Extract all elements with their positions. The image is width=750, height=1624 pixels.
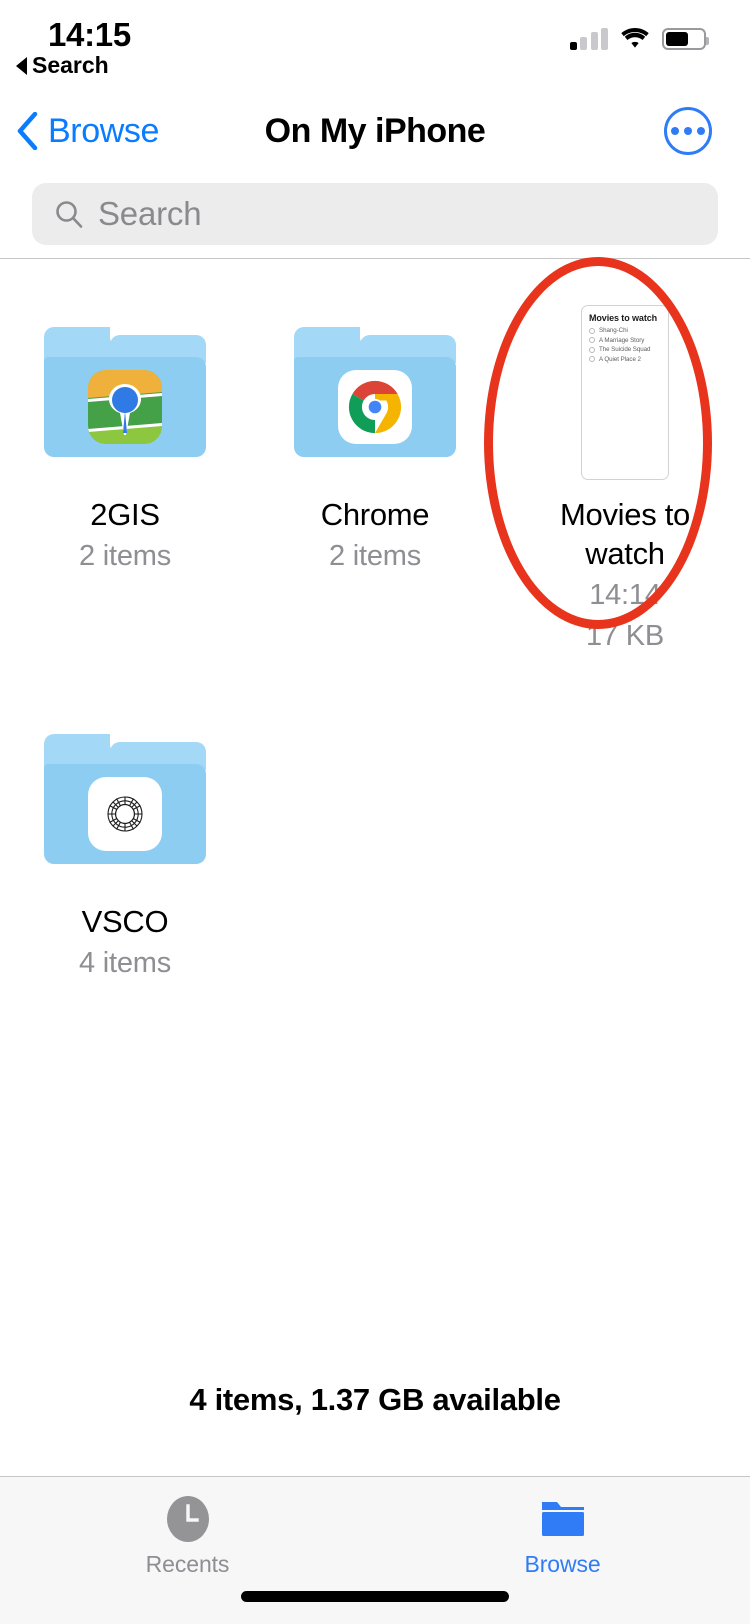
list-item[interactable]: Chrome 2 items (250, 297, 500, 654)
folder-thumbnail (16, 704, 234, 894)
folder-thumbnail (266, 297, 484, 487)
search-field[interactable]: Search (32, 183, 718, 245)
page-title: On My iPhone (264, 111, 486, 150)
document-preview: Movies to watch Shang-Chi A Marriage Sto… (581, 304, 669, 480)
tab-browse-label: Browse (524, 1551, 601, 1577)
folder-icon (44, 734, 206, 865)
list-item[interactable]: 2GIS 2 items (0, 297, 250, 654)
folder-icon (541, 1502, 584, 1536)
status-indicators (569, 28, 709, 50)
status-summary: 4 items, 1.37 GB available (189, 1382, 561, 1417)
document-thumbnail: Movies to watch Shang-Chi A Marriage Sto… (516, 297, 734, 487)
document-preview-item: Shang-Chi (589, 327, 662, 334)
ellipsis-circle-icon[interactable] (664, 107, 712, 155)
cellular-signal-icon (569, 28, 608, 50)
clock-icon (166, 1496, 209, 1542)
document-preview-item: The Suicide Squad (589, 346, 662, 353)
list-item-name: Movies to watch (560, 497, 690, 572)
back-triangle-icon (16, 56, 27, 75)
list-item-size: 17 KB (586, 619, 664, 652)
list-item-name: Chrome (320, 497, 430, 532)
status-time: 14:15 (48, 16, 131, 53)
file-grid-area: 2GIS 2 items Chrome 2 items Movies to wa… (0, 257, 750, 1382)
document-preview-item: A Quiet Place 2 (589, 356, 662, 363)
2gis-app-icon (88, 370, 162, 444)
list-item-meta: 2 items (78, 540, 172, 573)
file-grid: 2GIS 2 items Chrome 2 items Movies to wa… (0, 297, 750, 982)
navigation-bar: Browse On My iPhone (0, 92, 750, 170)
wifi-icon (621, 28, 649, 48)
list-item-meta: 2 items (328, 540, 422, 573)
document-preview-item: A Marriage Story (589, 337, 662, 344)
status-bar: 14:15 Search (0, 0, 750, 92)
search-bar: Search (0, 170, 750, 258)
document-preview-title: Movies to watch (589, 312, 658, 323)
list-item-meta: 4 items (78, 947, 172, 980)
home-indicator[interactable] (241, 1591, 509, 1602)
checkbox-circle-icon (589, 346, 595, 353)
return-to-search-button[interactable]: Search (16, 52, 109, 79)
list-item-name: VSCO (81, 904, 169, 940)
list-item[interactable]: Movies to watch Shang-Chi A Marriage Sto… (500, 297, 750, 654)
chrome-app-icon (338, 370, 412, 444)
tab-recents-label: Recents (145, 1551, 230, 1577)
list-item[interactable]: VSCO 4 items (0, 704, 250, 982)
list-item-time: 14:14 (589, 579, 661, 612)
search-icon (56, 201, 83, 228)
search-input[interactable]: Search (98, 195, 202, 233)
checkbox-circle-icon (589, 356, 595, 363)
battery-icon (662, 28, 709, 50)
folder-icon (294, 327, 456, 457)
checkbox-circle-icon (589, 327, 595, 334)
folder-icon (44, 327, 206, 457)
checkbox-circle-icon (589, 337, 595, 344)
folder-thumbnail (16, 297, 234, 487)
vsco-app-icon (88, 777, 162, 852)
phone-screen: 14:15 Search Browse On My iPhone Search … (0, 0, 750, 1624)
list-item-name: 2GIS (90, 497, 160, 532)
return-to-search-label: Search (32, 52, 109, 78)
